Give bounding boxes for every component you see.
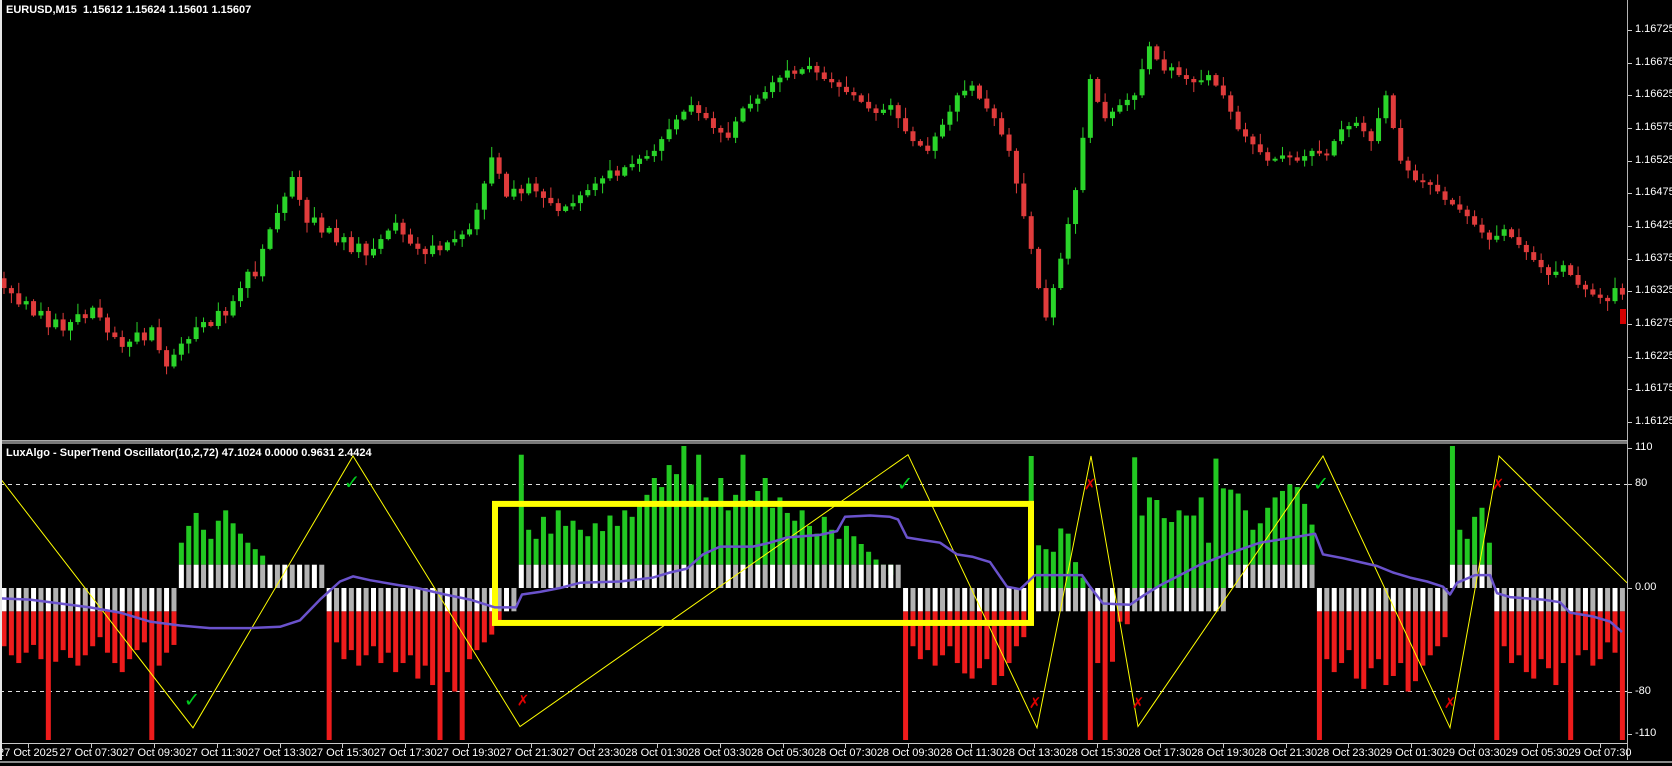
time-axis-label: 28 Oct 01:30 (625, 747, 689, 759)
time-axis-label: 29 Oct 05:30 (1505, 747, 1569, 759)
time-axis-label: 28 Oct 11:30 (940, 747, 1003, 759)
time-axis-label: 27 Oct 07:30 (59, 747, 123, 759)
price-tick (1628, 258, 1632, 260)
price-scale-label: 1.16675 (1635, 55, 1672, 68)
time-axis-label: 28 Oct 17:30 (1128, 747, 1192, 759)
price-tick (1628, 30, 1632, 31)
candlestick-chart[interactable] (0, 0, 1627, 444)
time-axis-label: 27 Oct 21:30 (499, 747, 563, 759)
price-tick (1628, 356, 1632, 358)
time-axis-label: 28 Oct 05:30 (751, 747, 815, 759)
osc-tick (1628, 448, 1632, 449)
current-price-marker (1620, 309, 1626, 324)
sell-x-icon: ✗ (1029, 694, 1042, 712)
price-scale-label: 1.16625 (1635, 88, 1672, 101)
time-axis-label: 28 Oct 07:30 (813, 747, 877, 759)
time-axis-label: 29 Oct 01:30 (1379, 747, 1443, 759)
osc-scale-label: -80 (1635, 684, 1651, 697)
time-axis-label: 29 Oct 07:30 (1568, 747, 1632, 759)
price-tick (1628, 389, 1632, 391)
price-tick (1628, 193, 1632, 195)
price-scale-label: 1.16475 (1635, 186, 1672, 199)
osc-scale-label: 0.00 (1635, 581, 1657, 593)
buy-check-icon: ✓ (1313, 471, 1330, 495)
osc-tick (1628, 734, 1632, 735)
price-scale-label: 1.16375 (1635, 251, 1672, 264)
price-scale-label: 1.16425 (1635, 219, 1672, 231)
time-axis-label: 27 Oct 17:30 (373, 747, 437, 759)
time-axis-label: 27 Oct 15:30 (310, 747, 374, 759)
time-axis-label: 28 Oct 15:30 (1065, 747, 1129, 759)
sell-x-icon: ✗ (517, 692, 530, 710)
time-scale[interactable]: 27 Oct 2025 27 Oct 07:30 27 Oct 09:30 27 Oc… (0, 743, 1632, 761)
time-axis-label: 28 Oct 03:30 (688, 747, 752, 759)
price-tick (1628, 128, 1632, 129)
candles (1, 41, 1625, 375)
price-tick (1628, 422, 1632, 423)
time-axis-label: 28 Oct 19:30 (1191, 747, 1255, 759)
price-scale-label: 1.16225 (1635, 349, 1672, 362)
osc-scale-label: -110 (1635, 727, 1657, 739)
price-tick (1628, 160, 1632, 162)
time-axis-label: 28 Oct 23:30 (1316, 747, 1380, 759)
price-tick (1628, 324, 1632, 325)
oscillator-panel[interactable]: ✓ ✓ ✗ ✓ ✗ ✗ ✗ ✓ ✗ ✗ (0, 444, 1627, 743)
sell-x-icon: ✗ (1132, 694, 1145, 712)
supertrend-zigzag-line (0, 453, 1627, 730)
price-tick (1628, 95, 1632, 97)
time-axis-label: 27 Oct 13:30 (248, 747, 312, 759)
time-axis-label: 28 Oct 13:30 (1002, 747, 1066, 759)
time-axis-label: 27 Oct 09:30 (122, 747, 186, 759)
time-axis-label: 27 Oct 11:30 (185, 747, 248, 759)
buy-check-icon: ✓ (184, 688, 201, 712)
oscillator-histogram (1, 446, 1625, 740)
symbol-ohlc-label: EURUSD,M15 1.15612 1.15624 1.15601 1.156… (6, 4, 252, 16)
sell-x-icon: ✗ (1084, 475, 1097, 493)
window-bottom-edge (0, 761, 1672, 763)
time-axis-label: 27 Oct 2025 (0, 747, 58, 759)
osc-tick (1628, 691, 1632, 693)
price-tick (1628, 291, 1632, 293)
time-axis-label: 27 Oct 23:30 (562, 747, 626, 759)
sell-x-icon: ✗ (1444, 694, 1457, 712)
indicator-label: LuxAlgo - SuperTrend Oscillator(10,2,72)… (6, 447, 372, 459)
price-tick (1628, 226, 1632, 227)
buy-check-icon: ✓ (344, 470, 361, 494)
price-tick (1628, 62, 1632, 64)
buy-check-icon: ✓ (897, 471, 914, 495)
osc-tick (1628, 588, 1632, 589)
time-axis-label: 28 Oct 21:30 (1254, 747, 1318, 759)
terminal-chart-window: ✓ ✓ ✗ ✓ ✗ ✗ ✗ ✓ ✗ ✗ EURUSD,M15 1.15612 1.15624 1.… (0, 0, 1672, 766)
osc-scale-label: 110 (1635, 441, 1653, 453)
price-scale-label: 1.16725 (1635, 23, 1672, 35)
price-scale-label: 1.16175 (1635, 382, 1672, 395)
sell-x-icon: ✗ (1492, 475, 1505, 493)
price-scale[interactable]: 1.16725 1.16675 1.16625 1.16575 1.16525 1.164… (1627, 0, 1672, 760)
price-scale-label: 1.16525 (1635, 153, 1672, 166)
price-scale-label: 1.16125 (1635, 415, 1672, 427)
osc-tick (1628, 484, 1632, 486)
price-scale-label: 1.16275 (1635, 317, 1672, 329)
osc-scale-label: 80 (1635, 477, 1648, 490)
time-axis-label: 27 Oct 19:30 (436, 747, 500, 759)
price-scale-label: 1.16325 (1635, 284, 1672, 297)
window-left-edge (0, 0, 2, 760)
price-scale-label: 1.16575 (1635, 121, 1672, 133)
time-axis-label: 29 Oct 03:30 (1442, 747, 1506, 759)
time-axis-label: 28 Oct 09:30 (876, 747, 940, 759)
